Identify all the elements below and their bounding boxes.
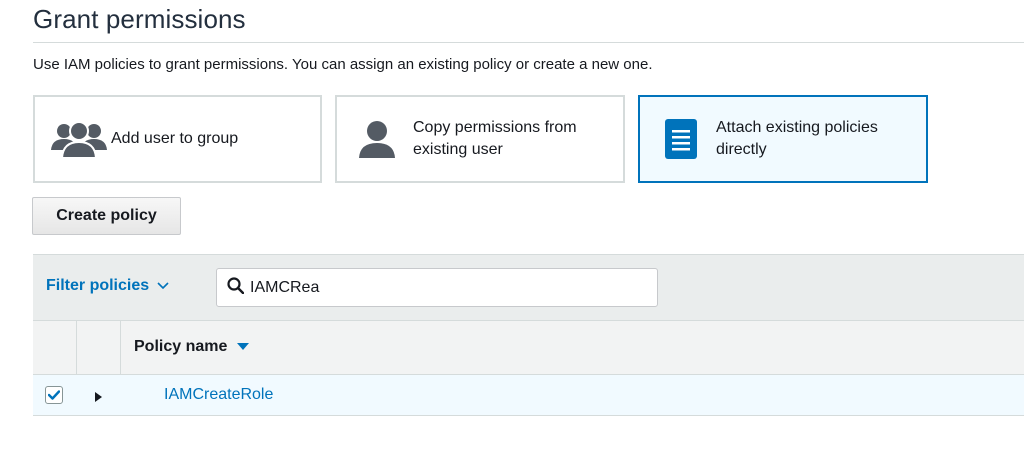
page-subtitle: Use IAM policies to grant permissions. Y… [33,56,653,73]
checkmark-icon [48,390,60,400]
filter-bar: Filter policies [33,254,1024,320]
copy-permissions-label-line2: existing user [413,141,503,158]
header-expand-column [77,321,121,375]
attach-policies-label: Attach existing policies directly [716,117,878,161]
search-input[interactable] [250,278,630,297]
copy-permissions-option[interactable]: Copy permissions from existing user [335,95,625,183]
search-box[interactable] [216,268,658,307]
expand-row-icon[interactable] [95,389,102,407]
copy-permissions-label-line1: Copy permissions from [413,119,577,136]
chevron-down-icon [157,277,169,295]
column-policy-name[interactable]: Policy name [134,338,250,356]
add-user-to-group-label: Add user to group [111,130,239,147]
column-policy-name-label: Policy name [134,338,228,355]
user-icon [357,120,397,158]
filter-policies-dropdown[interactable]: Filter policies [46,277,169,295]
attach-policies-option[interactable]: Attach existing policies directly [638,95,928,183]
copy-permissions-label: Copy permissions from existing user [413,117,577,161]
search-icon [227,276,245,299]
users-group-icon [51,120,107,158]
filter-policies-label: Filter policies [46,277,150,294]
sort-desc-icon [237,338,250,356]
page-title: Grant permissions [33,4,246,34]
attach-policies-label-line2: directly [716,141,767,158]
attach-policies-label-line1: Attach existing policies [716,119,878,136]
policy-name-link[interactable]: IAMCreateRole [164,386,273,404]
document-icon [664,119,698,159]
table-row[interactable]: IAMCreateRole [33,374,1024,416]
header-select-column [33,321,77,375]
title-divider [33,42,1024,43]
row-checkbox[interactable] [45,386,63,404]
add-user-to-group-option[interactable]: Add user to group [33,95,322,183]
table-header: Policy name [33,320,1024,375]
create-policy-button[interactable]: Create policy [32,197,181,235]
